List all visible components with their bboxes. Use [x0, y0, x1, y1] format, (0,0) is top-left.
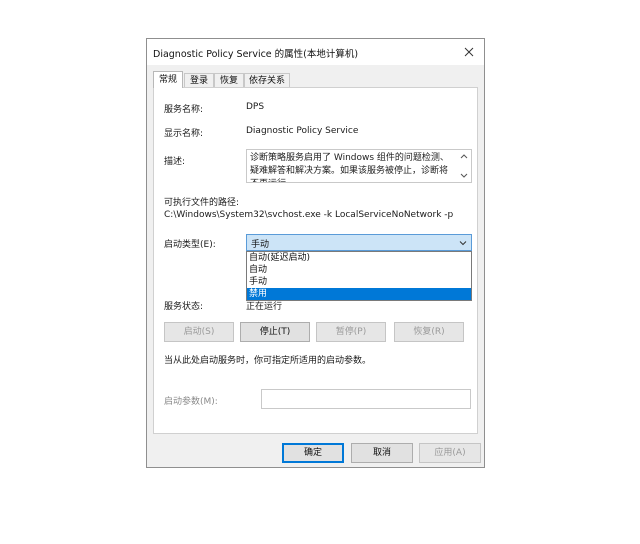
tab-general[interactable]: 常规: [153, 71, 183, 88]
description-box[interactable]: 诊断策略服务启用了 Windows 组件的问题检测、疑难解答和解决方案。如果该服…: [246, 149, 472, 183]
option-auto-delayed[interactable]: 自动(延迟启动): [247, 252, 471, 264]
option-disabled[interactable]: 禁用: [247, 288, 471, 300]
scroll-up-icon[interactable]: [459, 151, 469, 161]
description-label: 描述:: [164, 157, 186, 167]
stop-button[interactable]: 停止(T): [240, 322, 310, 342]
exe-path-value: C:\Windows\System32\svchost.exe -k Local…: [164, 210, 454, 220]
resume-button[interactable]: 恢复(R): [394, 322, 464, 342]
startup-type-dropdown: 自动(延迟启动) 自动 手动 禁用: [246, 251, 472, 301]
display-name-label: 显示名称:: [164, 129, 204, 139]
cancel-button[interactable]: 取消: [351, 443, 413, 463]
description-text: 诊断策略服务启用了 Windows 组件的问题检测、疑难解答和解决方案。如果该服…: [250, 153, 449, 182]
startup-type-select[interactable]: 手动: [246, 234, 472, 251]
startup-type-label: 启动类型(E):: [164, 240, 216, 250]
apply-button[interactable]: 应用(A): [419, 443, 481, 463]
start-params-input[interactable]: [261, 389, 471, 409]
tab-logon[interactable]: 登录: [184, 73, 214, 87]
start-params-label: 启动参数(M):: [164, 397, 218, 407]
exe-path-label: 可执行文件的路径:: [164, 198, 240, 208]
window-title: Diagnostic Policy Service 的属性(本地计算机): [153, 49, 359, 60]
startup-type-value: 手动: [251, 240, 270, 250]
service-status-label: 服务状态:: [164, 302, 204, 312]
option-auto[interactable]: 自动: [247, 264, 471, 276]
general-panel: 服务名称: DPS 显示名称: Diagnostic Policy Servic…: [153, 87, 478, 434]
pause-button[interactable]: 暂停(P): [316, 322, 386, 342]
scroll-down-icon[interactable]: [459, 171, 469, 181]
display-name-value: Diagnostic Policy Service: [246, 126, 359, 136]
close-icon[interactable]: [460, 43, 478, 61]
start-button[interactable]: 启动(S): [164, 322, 234, 342]
title-bar: Diagnostic Policy Service 的属性(本地计算机): [147, 39, 484, 65]
start-params-hint: 当从此处启动服务时，你可指定所适用的启动参数。: [164, 356, 372, 366]
tab-recovery[interactable]: 恢复: [214, 73, 244, 87]
option-manual[interactable]: 手动: [247, 276, 471, 288]
service-name-label: 服务名称:: [164, 105, 204, 115]
service-properties-dialog: Diagnostic Policy Service 的属性(本地计算机) 常规 …: [146, 38, 485, 468]
service-name-value: DPS: [246, 102, 265, 112]
tab-dependencies[interactable]: 依存关系: [244, 73, 290, 87]
ok-button[interactable]: 确定: [282, 443, 344, 463]
chevron-down-icon: [459, 241, 467, 246]
